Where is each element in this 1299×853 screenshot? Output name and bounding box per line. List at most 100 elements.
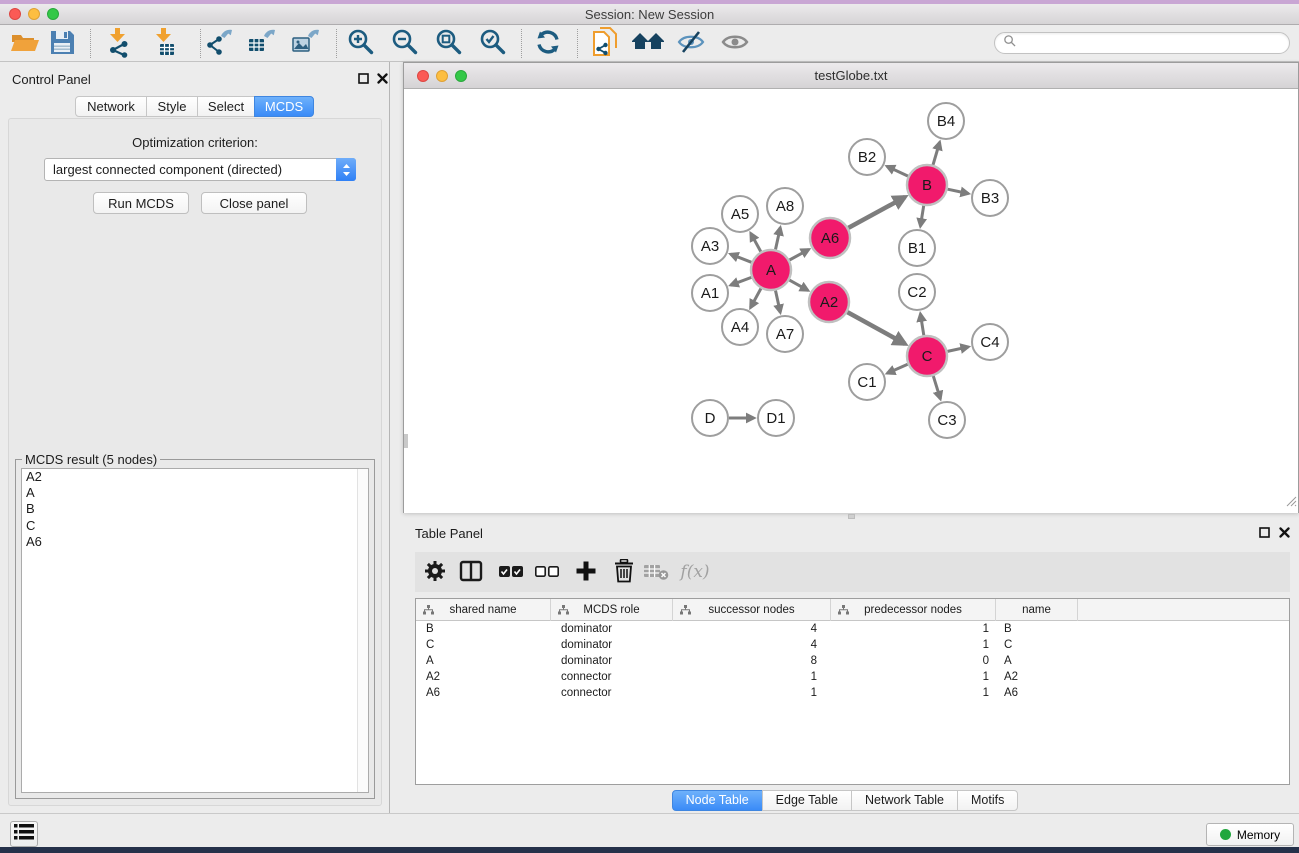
zoom-in-button[interactable]: [344, 27, 378, 60]
float-panel-icon[interactable]: [357, 72, 370, 85]
tab-select[interactable]: Select: [197, 96, 255, 117]
graph-edge-C-C3[interactable]: [933, 376, 940, 399]
zoom-selected-button[interactable]: [476, 27, 510, 60]
table-row[interactable]: Cdominator41C: [416, 637, 1289, 653]
graph-node-D1[interactable]: D1: [758, 400, 794, 436]
tab-network-table[interactable]: Network Table: [851, 790, 958, 811]
graph-edge-C-C2[interactable]: [920, 314, 923, 336]
graph-edge-C-C1[interactable]: [887, 364, 908, 373]
graph-edge-B-B2[interactable]: [887, 166, 908, 176]
graph-edge-C-C4[interactable]: [948, 347, 969, 352]
result-item[interactable]: A2: [22, 469, 368, 485]
column-header-MCDS-role[interactable]: MCDS role: [551, 599, 673, 621]
new-network-from-selection-button[interactable]: [588, 27, 622, 60]
import-table-button[interactable]: [149, 27, 183, 60]
run-mcds-button[interactable]: Run MCDS: [93, 192, 189, 214]
split-columns-button[interactable]: [455, 556, 487, 588]
column-header-name[interactable]: name: [996, 599, 1078, 621]
table-row[interactable]: Adominator80A: [416, 653, 1289, 669]
result-item[interactable]: A: [22, 485, 368, 501]
float-table-panel-icon[interactable]: [1258, 526, 1271, 539]
graph-node-A7[interactable]: A7: [767, 316, 803, 352]
graph-edge-A-A6[interactable]: [790, 249, 809, 260]
mcds-result-list[interactable]: A2ABCA6: [21, 468, 369, 793]
graph-node-A[interactable]: A: [751, 250, 791, 290]
show-all-button[interactable]: [718, 27, 752, 60]
search-input[interactable]: [1021, 36, 1281, 50]
close-panel-button[interactable]: Close panel: [201, 192, 307, 214]
close-panel-icon[interactable]: [376, 72, 389, 85]
tab-network[interactable]: Network: [75, 96, 147, 117]
graph-node-C2[interactable]: C2: [899, 274, 935, 310]
criterion-select[interactable]: largest connected component (directed): [44, 158, 356, 181]
tab-node-table[interactable]: Node Table: [672, 790, 763, 811]
tab-mcds[interactable]: MCDS: [254, 96, 314, 117]
graph-node-A3[interactable]: A3: [692, 228, 728, 264]
tab-edge-table[interactable]: Edge Table: [762, 790, 852, 811]
table-row[interactable]: A6connector11A6: [416, 685, 1289, 701]
trash-button[interactable]: [608, 556, 640, 588]
resize-grip-icon[interactable]: [1284, 494, 1297, 512]
graph-node-B1[interactable]: B1: [899, 230, 935, 266]
graph-node-A2[interactable]: A2: [809, 282, 849, 322]
network-canvas[interactable]: B4B2BB3B1A5A8A6A3AA1A2C2A4A7CC4C1C3DD1: [404, 89, 1298, 513]
first-neighbors-button[interactable]: [631, 27, 665, 60]
column-header-shared-name[interactable]: shared name: [416, 599, 551, 621]
graph-node-B3[interactable]: B3: [972, 180, 1008, 216]
add-button[interactable]: [570, 556, 602, 588]
graph-node-A4[interactable]: A4: [722, 309, 758, 345]
select-all-checkboxes-button[interactable]: [495, 556, 527, 588]
graph-node-C1[interactable]: C1: [849, 364, 885, 400]
tab-motifs[interactable]: Motifs: [957, 790, 1018, 811]
export-table-button[interactable]: [245, 27, 279, 60]
result-item[interactable]: B: [22, 501, 368, 517]
graph-node-B2[interactable]: B2: [849, 139, 885, 175]
graph-node-A8[interactable]: A8: [767, 188, 803, 224]
deselect-all-checkboxes-button[interactable]: [531, 556, 563, 588]
result-item[interactable]: A6: [22, 534, 368, 550]
task-history-button[interactable]: [10, 821, 38, 847]
graph-edge-A-A4[interactable]: [751, 288, 762, 307]
tab-style[interactable]: Style: [146, 96, 198, 117]
apply-layout-button[interactable]: [531, 27, 565, 60]
table-row[interactable]: Bdominator41B: [416, 621, 1289, 637]
hide-selected-button[interactable]: [674, 27, 708, 60]
search-field[interactable]: [994, 32, 1290, 54]
column-header-predecessor-nodes[interactable]: predecessor nodes: [831, 599, 996, 621]
import-network-button[interactable]: [103, 27, 137, 60]
table-row[interactable]: A2connector11A2: [416, 669, 1289, 685]
graph-node-A1[interactable]: A1: [692, 275, 728, 311]
zoom-out-button[interactable]: [388, 27, 422, 60]
splitter-handle[interactable]: [848, 514, 855, 519]
graph-node-A6[interactable]: A6: [810, 218, 850, 258]
graph-node-C3[interactable]: C3: [929, 402, 965, 438]
graph-node-B4[interactable]: B4: [928, 103, 964, 139]
export-image-button[interactable]: [289, 27, 323, 60]
graph-node-B[interactable]: B: [907, 165, 947, 205]
memory-button[interactable]: Memory: [1206, 823, 1294, 846]
export-network-button[interactable]: [202, 27, 236, 60]
graph-edge-A6-B[interactable]: [848, 197, 905, 228]
graph-node-C4[interactable]: C4: [972, 324, 1008, 360]
graph-edge-B-B1[interactable]: [920, 206, 923, 227]
network-window-titlebar[interactable]: testGlobe.txt: [404, 63, 1298, 89]
graph-edge-A-A2[interactable]: [789, 280, 808, 290]
graph-edge-A-A3[interactable]: [731, 254, 752, 262]
network-scrollbar-thumb[interactable]: [404, 434, 408, 448]
result-item[interactable]: C: [22, 518, 368, 534]
graph-node-D[interactable]: D: [692, 400, 728, 436]
zoom-fit-button[interactable]: [432, 27, 466, 60]
graph-edge-A-A1[interactable]: [731, 277, 752, 285]
graph-edge-B-B3[interactable]: [948, 189, 969, 193]
close-table-panel-icon[interactable]: [1278, 526, 1291, 539]
save-session-button[interactable]: [45, 27, 79, 60]
graph-edge-A2-C[interactable]: [847, 312, 905, 344]
graph-node-C[interactable]: C: [907, 336, 947, 376]
column-header-successor-nodes[interactable]: successor nodes: [673, 599, 831, 621]
result-scrollbar[interactable]: [357, 469, 368, 792]
graph-edge-A-A7[interactable]: [776, 291, 781, 313]
open-session-button[interactable]: [8, 27, 42, 60]
graph-edge-A-A5[interactable]: [751, 233, 761, 251]
gear-button[interactable]: [419, 556, 451, 588]
graph-edge-A-A8[interactable]: [776, 228, 781, 250]
